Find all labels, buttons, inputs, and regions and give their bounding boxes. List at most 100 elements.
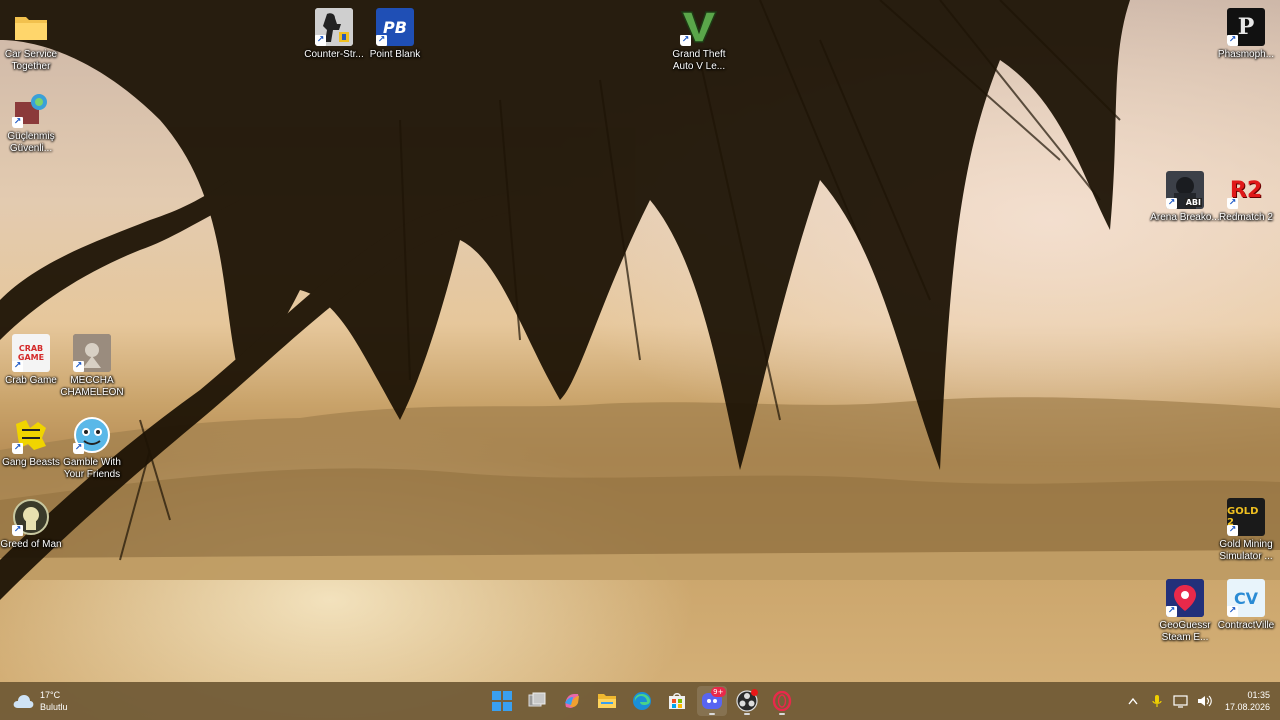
start-button[interactable] [487,686,517,716]
gamble-with-your-friends-icon: ↗ [73,416,111,454]
show-hidden-icons-chevron-up-icon[interactable] [1124,692,1142,710]
microsoft-store-button[interactable] [662,686,692,716]
shortcut-arrow-icon: ↗ [315,35,326,46]
shortcut-arrow-icon: ↗ [1166,198,1177,209]
icon-label: MECCHA CHAMELEON [60,375,124,398]
network-icon[interactable] [1172,692,1190,710]
secure-browser-icon: ↗ [12,90,50,128]
task-view-button[interactable] [522,686,552,716]
contractville-badge: CV [1233,588,1259,608]
icon-label: Car Service Together [4,49,58,72]
shortcut-arrow-icon: ↗ [680,35,691,46]
windows-logo-icon [491,691,512,711]
shortcut-arrow-icon: ↗ [12,443,23,454]
counter-strike-icon: ↗ [315,8,353,46]
taskbar-apps: 9+ [484,682,799,720]
edge-icon [632,692,651,710]
desktop-icon-gold-mining-simulator[interactable]: GOLD 2 ↗ Gold Mining Simulator ... [1215,494,1277,570]
desktop-icon-greed-of-man[interactable]: ↗ Greed of Man [0,494,62,570]
redmatch-2-icon: R2 ↗ [1227,171,1265,209]
icon-label: Phasmoph... [1217,49,1275,60]
shortcut-arrow-icon: ↗ [12,117,23,128]
weather-condition: Bulutlu [40,702,68,712]
desktop-icon-gamble-with-your-friends[interactable]: ↗ Gamble With Your Friends [61,412,123,488]
icon-label: ContractVille [1217,620,1275,631]
discord-notification-badge: 9+ [711,687,726,697]
icon-label: Point Blank [369,49,421,60]
clock-date: 17.08.2026 [1224,702,1270,712]
file-explorer-button[interactable] [592,686,622,716]
desktop-icon-car-service-together[interactable]: Car Service Together [0,4,62,80]
weather-temperature: 17°C [40,690,61,700]
desktop-icon-arena-breakout[interactable]: ABI ↗ Arena Breako... [1150,167,1220,243]
shortcut-arrow-icon: ↗ [73,361,84,372]
weather-widget[interactable]: 17°C Bulutlu [12,686,68,716]
shortcut-arrow-icon: ↗ [376,35,387,46]
task-view-icon [528,692,545,707]
running-indicator [743,713,750,715]
gold-mining-simulator-icon: GOLD 2 ↗ [1227,498,1265,536]
recording-indicator-icon [750,689,758,696]
copilot-icon [564,694,579,708]
icon-label: Grand Theft Auto V Le... [672,49,726,72]
obs-button[interactable] [732,686,762,716]
arena-breakout-icon: ABI ↗ [1166,171,1204,209]
contractville-icon: CV ↗ [1227,579,1265,617]
gta-v-icon: ↗ [680,8,718,46]
geoguessr-icon: ↗ [1166,579,1204,617]
palm-tree-silhouette [0,0,1130,600]
desktop-icon-gta-v[interactable]: ↗ Grand Theft Auto V Le... [668,4,730,80]
desktop-icon-gang-beasts[interactable]: ↗ Gang Beasts [0,412,62,488]
desktop-icon-secure-browser[interactable]: ↗ Güçlenmiş Güvenli... [0,86,62,162]
icon-label: Redmatch 2 [1219,212,1273,223]
icon-label: Gamble With Your Friends [63,457,121,480]
desktop-icon-redmatch-2[interactable]: R2 ↗ Redmatch 2 [1215,167,1277,243]
phasmophobia-icon: P ↗ [1227,8,1265,46]
hills-background [0,397,1280,580]
point-blank-icon: PB ↗ [376,8,414,46]
icon-label: Greed of Man [0,539,62,550]
shortcut-arrow-icon: ↗ [1227,35,1238,46]
icon-label: Gold Mining Simulator ... [1219,539,1273,562]
desktop-icon-meccha-chameleon[interactable]: ↗ MECCHA CHAMELEON [60,330,124,406]
crab-game-badge: CRAB GAME [17,344,45,362]
desktop-icon-geoguessr[interactable]: ↗ GeoGuessr Steam E... [1154,575,1216,651]
opera-gx-icon [772,691,791,711]
shortcut-arrow-icon: ↗ [73,443,84,454]
cloud-icon [13,695,34,708]
desktop-icon-phasmophobia[interactable]: P ↗ Phasmoph... [1215,4,1277,80]
shortcut-arrow-icon: ↗ [1227,525,1238,536]
shortcut-arrow-icon: ↗ [12,361,23,372]
discord-button[interactable]: 9+ [696,686,727,716]
clock-time: 01:35 [1247,690,1270,700]
opera-gx-button[interactable] [767,686,797,716]
edge-button[interactable] [627,686,657,716]
taskbar: 17°C Bulutlu 9+ 01:35 17.08.2026 [0,682,1280,720]
shortcut-arrow-icon: ↗ [1227,198,1238,209]
microphone-icon[interactable] [1148,692,1166,710]
folder-icon [12,8,50,46]
shortcut-arrow-icon: ↗ [1227,606,1238,617]
greed-of-man-icon: ↗ [12,498,50,536]
shortcut-arrow-icon: ↗ [12,525,23,536]
clock[interactable]: 01:35 17.08.2026 [1225,689,1270,713]
desktop: Car Service Together ↗ Güçlenmiş Güvenli… [0,0,1280,720]
volume-icon[interactable] [1196,692,1214,710]
file-explorer-icon [597,694,616,708]
running-indicator [778,713,785,715]
crab-game-icon: CRAB GAME ↗ [12,334,50,372]
desktop-icon-point-blank[interactable]: PB ↗ Point Blank [364,4,426,80]
microsoft-store-icon [668,693,685,709]
gang-beasts-icon: ↗ [12,416,50,454]
copilot-button[interactable] [557,686,587,716]
icon-label: Arena Breako... [1150,212,1220,223]
icon-label: Güçlenmiş Güvenli... [7,131,55,154]
icon-label: Counter-Str... [304,49,364,60]
desktop-icon-crab-game[interactable]: CRAB GAME ↗ Crab Game [0,330,62,406]
desktop-icon-contractville[interactable]: CV ↗ ContractVille [1215,575,1277,651]
desktop-icon-counter-strike[interactable]: ↗ Counter-Str... [303,4,365,80]
icon-label: GeoGuessr Steam E... [1159,620,1211,643]
meccha-chameleon-icon: ↗ [73,334,111,372]
arena-breakout-badge: ABI [1184,198,1202,207]
shortcut-arrow-icon: ↗ [1166,606,1177,617]
